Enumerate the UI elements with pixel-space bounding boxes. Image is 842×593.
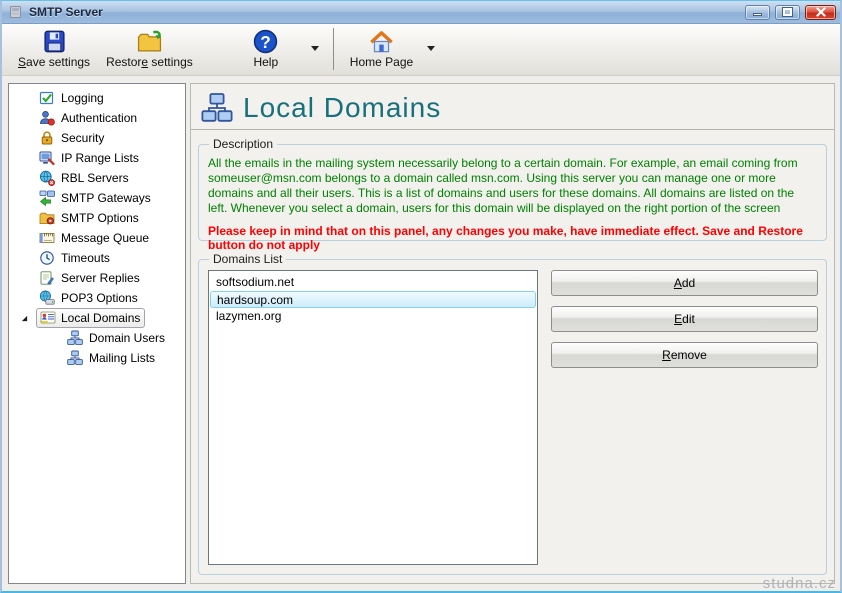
minimize-icon [753, 13, 762, 16]
tree-item-label: Security [61, 131, 104, 145]
home-dropdown-arrow[interactable] [427, 46, 435, 51]
tree-item-pop3-options[interactable]: POP3 Options [9, 288, 185, 308]
main-panel: Local Domains Description All the emails… [190, 83, 835, 584]
domain-action-buttons: Add Edit Remove [551, 270, 818, 368]
help-button[interactable]: Help [227, 26, 305, 72]
navigation-tree-panel: Logging Authentication Security IP Range… [8, 83, 186, 584]
domain-users-icon [67, 330, 83, 346]
home-page-button[interactable]: Home Page [342, 26, 421, 72]
tree-item-label: Domain Users [89, 331, 165, 345]
tree-item-local-domains[interactable]: Local Domains [9, 308, 185, 328]
logging-icon [39, 90, 55, 106]
tree-item-ip-range-lists[interactable]: IP Range Lists [9, 148, 185, 168]
description-group-label: Description [209, 137, 277, 151]
page-header: Local Domains [191, 84, 834, 130]
tree-item-smtp-options[interactable]: SMTP Options [9, 208, 185, 228]
toolbar: Save settings Restore settings Help Home… [2, 24, 840, 76]
local-domains-icon [40, 310, 56, 326]
tree-item-domain-users[interactable]: Domain Users [9, 328, 185, 348]
close-icon [816, 7, 826, 17]
restore-icon [137, 29, 162, 54]
tree-item-label: POP3 Options [61, 291, 138, 305]
smtp-gateways-icon [39, 190, 55, 206]
maximize-icon [783, 8, 792, 16]
rbl-servers-icon [39, 170, 55, 186]
domains-list-groupbox: Domains List softsodium.net hardsoup.com… [198, 259, 827, 575]
expander-icon[interactable] [21, 315, 28, 322]
smtp-server-window: SMTP Server Save settings Restore settin… [0, 0, 842, 593]
save-settings-button[interactable]: Save settings [10, 26, 98, 72]
list-item-hardsoup-selected[interactable]: hardsoup.com [210, 291, 536, 308]
close-button[interactable] [805, 5, 836, 20]
help-dropdown-arrow[interactable] [311, 46, 319, 51]
save-icon [42, 29, 67, 54]
domains-list-group-label: Domains List [209, 252, 286, 266]
list-item-softsodium[interactable]: softsodium.net [209, 274, 537, 291]
server-replies-icon [39, 270, 55, 286]
home-icon [369, 29, 394, 54]
tree-item-label: IP Range Lists [61, 151, 139, 165]
description-text: All the emails in the mailing system nec… [208, 156, 816, 216]
help-icon [253, 29, 278, 54]
minimize-button[interactable] [745, 5, 770, 20]
list-item-lazymen[interactable]: lazymen.org [209, 308, 537, 325]
smtp-options-icon [39, 210, 55, 226]
tree-item-server-replies[interactable]: Server Replies [9, 268, 185, 288]
tree-item-label: Timeouts [61, 251, 110, 265]
home-page-label: Home Page [350, 55, 413, 69]
timeouts-icon [39, 250, 55, 266]
add-button[interactable]: Add [551, 270, 818, 296]
edit-button[interactable]: Edit [551, 306, 818, 332]
toolbar-separator [333, 28, 334, 70]
tree-item-label: SMTP Gateways [61, 191, 151, 205]
restore-settings-button[interactable]: Restore settings [98, 26, 201, 72]
tree-item-timeouts[interactable]: Timeouts [9, 248, 185, 268]
remove-button[interactable]: Remove [551, 342, 818, 368]
tree-item-label: Message Queue [61, 231, 149, 245]
restore-settings-label: Restore settings [106, 55, 193, 69]
description-warning: Please keep in mind that on this panel, … [208, 224, 816, 252]
tree-selection-box: Local Domains [36, 308, 145, 328]
pop3-options-icon [39, 290, 55, 306]
local-domains-header-icon [201, 92, 233, 124]
client-area: Logging Authentication Security IP Range… [2, 77, 840, 591]
tree-item-label: RBL Servers [61, 171, 129, 185]
maximize-button[interactable] [775, 5, 800, 20]
app-icon [8, 4, 24, 20]
security-icon [39, 130, 55, 146]
tree-item-label: Local Domains [61, 311, 140, 325]
save-settings-label: Save settings [18, 55, 90, 69]
window-title: SMTP Server [29, 5, 745, 19]
titlebar: SMTP Server [2, 1, 840, 24]
message-queue-icon [39, 230, 55, 246]
domains-listbox[interactable]: softsodium.net hardsoup.com lazymen.org [208, 270, 538, 565]
description-groupbox: Description All the emails in the mailin… [198, 144, 827, 241]
mailing-lists-icon [67, 350, 83, 366]
tree-item-label: SMTP Options [61, 211, 139, 225]
tree-item-label: Logging [61, 91, 104, 105]
tree-item-label: Authentication [61, 111, 137, 125]
authentication-icon [39, 110, 55, 126]
tree-item-authentication[interactable]: Authentication [9, 108, 185, 128]
navigation-tree: Logging Authentication Security IP Range… [9, 84, 185, 368]
tree-item-logging[interactable]: Logging [9, 88, 185, 108]
tree-item-security[interactable]: Security [9, 128, 185, 148]
tree-item-mailing-lists[interactable]: Mailing Lists [9, 348, 185, 368]
tree-item-label: Server Replies [61, 271, 140, 285]
tree-item-smtp-gateways[interactable]: SMTP Gateways [9, 188, 185, 208]
tree-item-label: Mailing Lists [89, 351, 155, 365]
ip-range-lists-icon [39, 150, 55, 166]
tree-item-rbl-servers[interactable]: RBL Servers [9, 168, 185, 188]
watermark: studna.cz [763, 575, 836, 592]
tree-item-message-queue[interactable]: Message Queue [9, 228, 185, 248]
page-title: Local Domains [243, 92, 441, 124]
help-label: Help [253, 55, 278, 69]
